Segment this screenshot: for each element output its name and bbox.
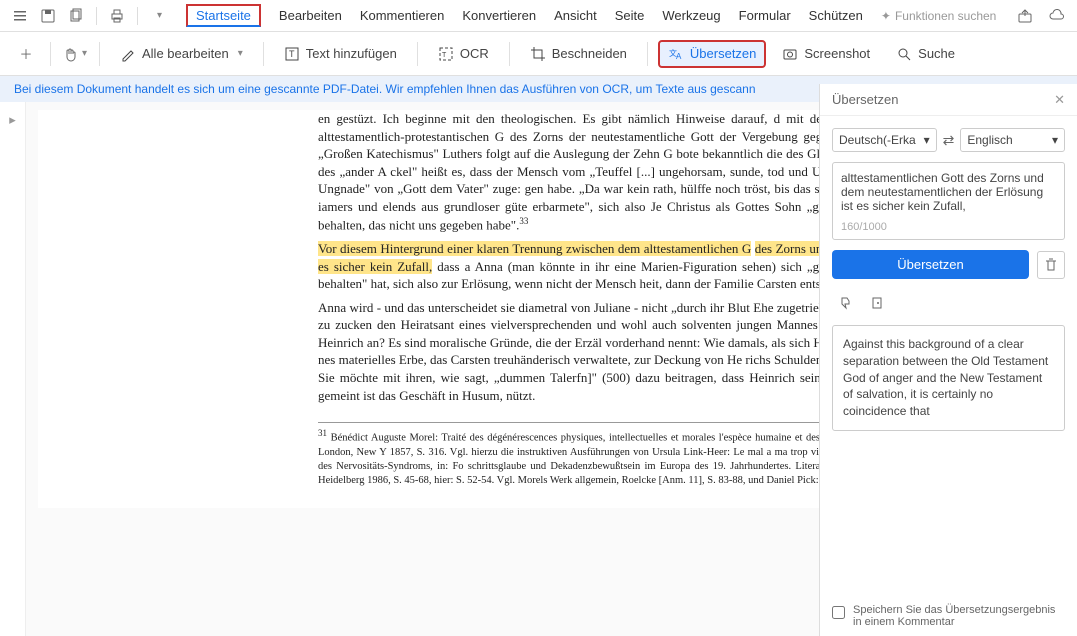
cloud-icon[interactable] bbox=[1045, 4, 1069, 28]
source-lang-select[interactable]: Deutsch(-Erka▾ bbox=[832, 128, 937, 152]
svg-text:A: A bbox=[676, 52, 682, 61]
add-text-button[interactable]: TText hinzufügen bbox=[274, 40, 407, 68]
save-icon[interactable] bbox=[36, 4, 60, 28]
copy-result-icon[interactable] bbox=[866, 291, 890, 315]
source-text-input[interactable]: alttestamentlichen Gott des Zorns und de… bbox=[832, 162, 1065, 240]
add-tab-icon[interactable]: ＋ bbox=[12, 40, 40, 68]
svg-text:T: T bbox=[289, 49, 295, 59]
menu-kommentieren[interactable]: Kommentieren bbox=[360, 4, 445, 27]
translate-panel-title: Übersetzen bbox=[832, 92, 898, 107]
copy-icon[interactable] bbox=[64, 4, 88, 28]
ocr-button[interactable]: TOCR bbox=[428, 40, 499, 68]
save-result-label: Speichern Sie das Übersetzungsergebnis i… bbox=[853, 604, 1065, 628]
menu-seite[interactable]: Seite bbox=[615, 4, 645, 27]
swap-languages-icon[interactable]: ⇄ bbox=[943, 132, 955, 149]
save-result-checkbox[interactable] bbox=[832, 606, 845, 619]
menu-icon[interactable] bbox=[8, 4, 32, 28]
menu-startseite[interactable]: Startseite bbox=[186, 4, 261, 27]
search-button[interactable]: Suche bbox=[886, 40, 965, 68]
toolbar: ＋ Alle bearbeiten TText hinzufügen TOCR … bbox=[0, 32, 1077, 76]
menu-formular[interactable]: Formular bbox=[739, 4, 791, 27]
delete-icon[interactable] bbox=[1037, 251, 1065, 279]
edit-all-button[interactable]: Alle bearbeiten bbox=[110, 40, 253, 68]
title-bar: Startseite Bearbeiten Kommentieren Konve… bbox=[0, 0, 1077, 32]
hand-tool-icon[interactable] bbox=[61, 40, 89, 68]
screenshot-button[interactable]: Screenshot bbox=[772, 40, 880, 68]
menu-bearbeiten[interactable]: Bearbeiten bbox=[279, 4, 342, 27]
target-lang-select[interactable]: Englisch▾ bbox=[960, 128, 1065, 152]
menu-ansicht[interactable]: Ansicht bbox=[554, 4, 597, 27]
chevron-right-icon[interactable]: ▸ bbox=[9, 112, 16, 128]
recent-dropdown[interactable] bbox=[146, 4, 170, 28]
menu-schuetzen[interactable]: Schützen bbox=[809, 4, 863, 27]
translate-button[interactable]: 文AÜbersetzen bbox=[658, 40, 766, 68]
print-icon[interactable] bbox=[105, 4, 129, 28]
menubar: Startseite Bearbeiten Kommentieren Konve… bbox=[186, 4, 996, 27]
svg-text:T: T bbox=[442, 52, 447, 59]
translate-panel: Übersetzen ✕ Deutsch(-Erka▾ ⇄ Englisch▾ … bbox=[819, 84, 1077, 636]
close-icon[interactable]: ✕ bbox=[1054, 92, 1065, 108]
menu-konvertieren[interactable]: Konvertieren bbox=[462, 4, 536, 27]
crop-button[interactable]: Beschneiden bbox=[520, 40, 637, 68]
char-count: 160/1000 bbox=[841, 221, 887, 233]
feature-search[interactable]: ✦ Funktionen suchen bbox=[881, 4, 996, 27]
run-translate-button[interactable]: Übersetzen bbox=[832, 250, 1029, 279]
left-strip: ▸ bbox=[0, 102, 26, 636]
thumbs-down-icon[interactable] bbox=[832, 291, 856, 315]
share-icon[interactable] bbox=[1013, 4, 1037, 28]
translation-result: Against this background of a clear separ… bbox=[832, 325, 1065, 431]
menu-werkzeug[interactable]: Werkzeug bbox=[662, 4, 720, 27]
